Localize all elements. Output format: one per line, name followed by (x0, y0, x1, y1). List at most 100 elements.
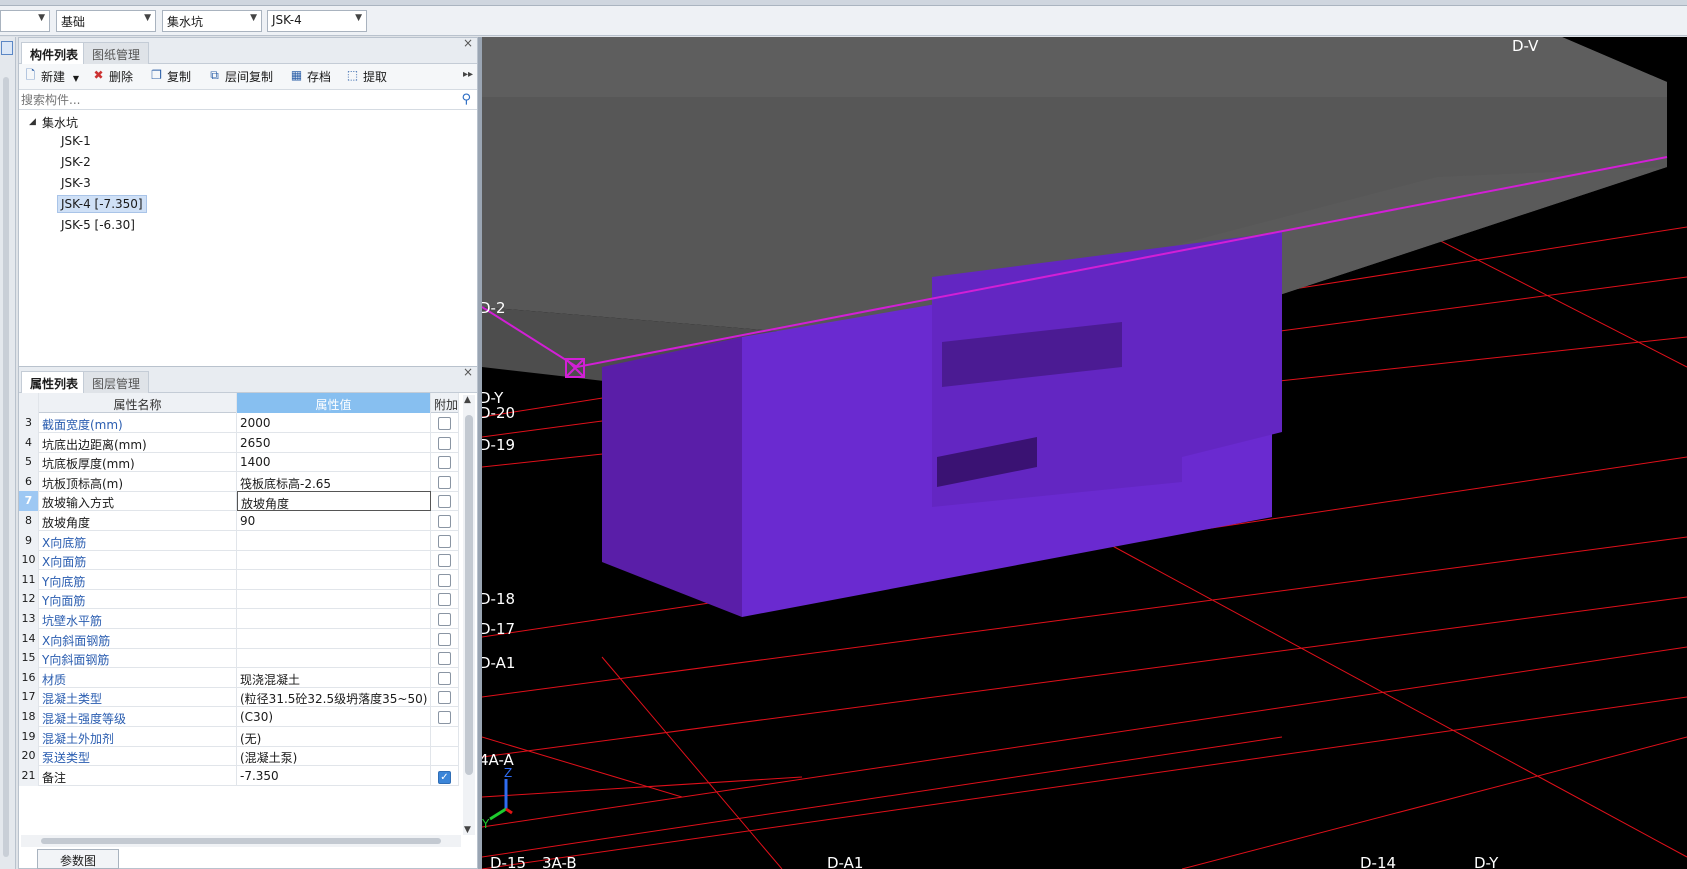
property-value[interactable]: 放坡角度 (237, 491, 431, 512)
property-value[interactable] (237, 648, 431, 669)
scroll-up-icon[interactable]: ▲ (464, 395, 471, 405)
checkbox[interactable] (438, 495, 451, 509)
table-row[interactable]: 14 X向斜面钢筋 (19, 628, 459, 649)
checkbox[interactable] (438, 652, 451, 666)
property-value[interactable] (237, 569, 431, 590)
table-row[interactable]: 4 坑底出边距离(mm) 2650 (19, 432, 459, 453)
checkbox[interactable] (438, 613, 451, 626)
table-row[interactable]: 20 泵送类型 (混凝土泵) (19, 746, 459, 767)
checkbox[interactable] (438, 711, 451, 724)
property-name[interactable]: 坑壁水平筋 (39, 609, 237, 629)
property-vertical-scrollbar[interactable]: ▲ ▼ (463, 395, 475, 835)
property-name[interactable]: X向底筋 (39, 530, 237, 551)
close-icon[interactable]: × (463, 36, 473, 50)
property-name[interactable]: 泵送类型 (39, 746, 237, 767)
checkbox[interactable] (438, 475, 451, 489)
table-row[interactable]: 13 坑壁水平筋 (19, 609, 459, 629)
property-name[interactable]: X向面筋 (39, 550, 237, 571)
property-value[interactable] (237, 628, 431, 649)
checkbox[interactable] (438, 515, 451, 528)
checkbox[interactable] (438, 671, 451, 685)
property-value[interactable] (237, 550, 431, 571)
tree-root[interactable]: 集水坑 (39, 113, 81, 131)
tree-item[interactable]: JSK-5 [-6.30] (58, 217, 138, 235)
tab-property-list[interactable]: 属性列表 (21, 371, 88, 393)
table-row[interactable]: 6 坑板顶标高(m) 筏板底标高-2.65 (19, 471, 459, 492)
property-name[interactable]: X向斜面钢筋 (39, 628, 237, 649)
property-value[interactable] (237, 530, 431, 551)
floor-combo[interactable]: ▼ (0, 10, 50, 32)
extract-button[interactable]: ⬚ 提取 (345, 68, 387, 86)
property-value[interactable] (237, 609, 431, 629)
tree-item[interactable]: JSK-1 (58, 133, 94, 151)
panel-toggle-button[interactable] (1, 41, 13, 55)
checkbox[interactable] (438, 593, 451, 607)
table-row[interactable]: 12 Y向面筋 (19, 589, 459, 610)
table-row[interactable]: 18 混凝土强度等级 (C30) (19, 707, 459, 727)
checkbox[interactable] (438, 632, 451, 646)
new-button[interactable]: 🗋 新建 ▼ (23, 68, 79, 86)
floor-copy-button[interactable]: ⧉ 层间复制 (207, 68, 273, 86)
property-name[interactable]: 材质 (39, 667, 237, 688)
tab-layer-management[interactable]: 图层管理 (83, 371, 150, 393)
property-value[interactable]: 2650 (237, 432, 431, 453)
category-combo[interactable]: 基础 ▼ (56, 10, 156, 32)
property-name[interactable]: Y向斜面钢筋 (39, 648, 237, 669)
property-name[interactable]: 混凝土类型 (39, 687, 237, 708)
gutter-scrollbar[interactable] (3, 77, 9, 857)
search-input[interactable] (21, 92, 441, 108)
parameter-diagram-button[interactable]: 参数图 (37, 849, 119, 869)
search-icon[interactable]: ⚲ (461, 92, 471, 107)
checkbox[interactable] (438, 554, 451, 568)
property-value[interactable]: (混凝土泵) (237, 746, 431, 767)
copy-button[interactable]: ❐ 复制 (149, 68, 191, 86)
table-row[interactable]: 16 材质 现浇混凝土 (19, 667, 459, 688)
table-row[interactable]: 5 坑底板厚度(mm) 1400 (19, 452, 459, 473)
table-row[interactable]: 10 X向面筋 (19, 550, 459, 571)
checkbox[interactable] (438, 417, 451, 430)
checkbox[interactable] (438, 456, 451, 470)
checkbox-checked[interactable]: ✓ (438, 770, 451, 784)
property-name[interactable]: 混凝土外加剂 (39, 726, 237, 747)
archive-button[interactable]: ▦ 存档 (289, 68, 331, 86)
table-row[interactable]: 19 混凝土外加剂 (无) (19, 726, 459, 747)
table-row[interactable]: 8 放坡角度 90 (19, 511, 459, 531)
type-combo[interactable]: 集水坑 ▼ (162, 10, 262, 32)
property-value[interactable]: 筏板底标高-2.65 (237, 471, 431, 492)
property-value[interactable]: 2000 (237, 413, 431, 433)
table-row[interactable]: 11 Y向底筋 (19, 569, 459, 590)
property-name[interactable]: 截面宽度(mm) (39, 413, 237, 433)
close-icon[interactable]: × (463, 365, 473, 379)
tree-item[interactable]: JSK-3 (58, 175, 94, 193)
property-name[interactable]: Y向底筋 (39, 569, 237, 590)
property-value[interactable]: 1400 (237, 452, 431, 473)
tab-drawing-management[interactable]: 图纸管理 (83, 42, 150, 64)
tree-item[interactable]: JSK-2 (58, 154, 94, 172)
checkbox[interactable] (438, 573, 451, 587)
chevron-down-icon[interactable]: ▼ (73, 74, 79, 83)
property-value[interactable] (237, 589, 431, 610)
scroll-down-icon[interactable]: ▼ (464, 825, 471, 835)
tree-item-selected[interactable]: JSK-4 [-7.350] (57, 195, 147, 213)
checkbox[interactable] (438, 534, 451, 548)
property-name[interactable]: Y向面筋 (39, 589, 237, 610)
checkbox[interactable] (438, 436, 451, 450)
component-combo[interactable]: JSK-4 ▼ (267, 10, 367, 32)
more-icon[interactable]: ▸▸ (463, 69, 473, 80)
table-row[interactable]: 3 截面宽度(mm) 2000 (19, 413, 459, 433)
property-value[interactable]: (无) (237, 726, 431, 747)
table-row[interactable]: 15 Y向斜面钢筋 (19, 648, 459, 669)
property-value[interactable]: (C30) (237, 707, 431, 727)
scroll-thumb[interactable] (465, 415, 473, 775)
table-row[interactable]: 21 备注 -7.350 ✓ (19, 765, 459, 786)
table-row[interactable]: 9 X向底筋 (19, 530, 459, 551)
3d-viewport[interactable]: Z Y D-V D-2 D-Y D-20 D-19 D-18 D-17 D-A1… (482, 37, 1687, 869)
property-name[interactable]: 混凝土强度等级 (39, 707, 237, 727)
tab-component-list[interactable]: 构件列表 (21, 42, 88, 64)
property-value[interactable]: (粒径31.5砼32.5级坍落度35~50) (237, 687, 431, 708)
collapse-triangle-icon[interactable]: ◢ (29, 117, 36, 127)
property-value[interactable]: -7.350 (237, 765, 431, 786)
checkbox[interactable] (438, 691, 451, 705)
property-horizontal-scrollbar[interactable] (21, 835, 461, 847)
property-value[interactable]: 90 (237, 511, 431, 531)
